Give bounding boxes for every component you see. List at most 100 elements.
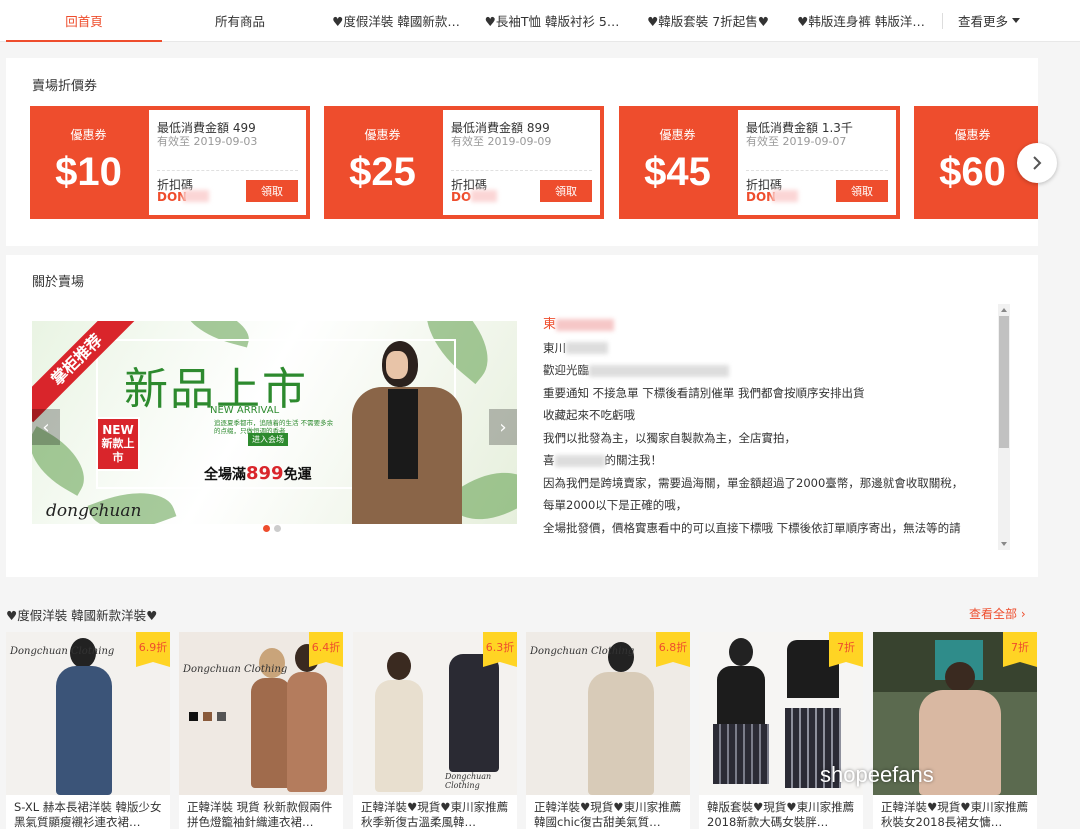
free-ship-amount: 899 — [246, 463, 284, 484]
banner-pagination — [263, 525, 281, 532]
redaction — [556, 318, 615, 331]
voucher-amount-panel: 優惠券 $45 — [619, 106, 736, 219]
voucher-label: 優惠券 — [70, 128, 107, 142]
claim-voucher-button[interactable]: 領取 — [836, 180, 888, 202]
redaction — [566, 342, 608, 354]
color-swatch — [217, 712, 226, 721]
claim-voucher-button[interactable]: 領取 — [246, 180, 298, 202]
voucher-45: 優惠券 $45 最低消費金額 1.3千 有效至 2019-09-07 折扣碼 D… — [619, 106, 900, 219]
product-name: 韓版套裝♥現貨♥東川家推薦 2018新款大碼女裝胖… — [707, 800, 855, 829]
desc-line: 因為我們是跨境賣家，需要過海關，單金額超過了2000臺幣，那邊就會收取關稅， — [543, 475, 964, 490]
product-name: S-XL 赫本長裙洋裝 韓版少女黑氣質顯瘦襯衫連衣裙… — [14, 800, 162, 829]
voucher-amount: $45 — [644, 150, 711, 194]
voucher-amount-panel: 優惠券 $60 — [914, 106, 1031, 219]
voucher-code: DO — [451, 190, 472, 204]
scroll-down-icon[interactable] — [1001, 542, 1007, 546]
discount-badge: 7折 — [829, 632, 863, 667]
voucher-divider — [451, 170, 592, 171]
product-name: 正韓洋裝 現貨 秋新款假兩件拼色燈籠袖針織連衣裙… — [187, 800, 333, 829]
desc-line: 每單2000以下是正確的哦， — [543, 498, 688, 512]
voucher-details: 最低消費金額 1.3千 有效至 2019-09-07 折扣碼 DON 領取 — [738, 110, 896, 215]
product-card[interactable]: Dongchuan Clothing 6.4折 正韓洋裝 現貨 秋新款假兩件拼色… — [179, 632, 343, 829]
voucher-amount: $10 — [55, 150, 122, 194]
watermark: shopeefans — [820, 762, 934, 787]
nav-tab-long-sleeve[interactable]: ♥長袖T恤 韓版衬衫 5… — [474, 0, 630, 42]
discount-badge: 6.3折 — [483, 632, 517, 667]
desc-text: 歡迎光臨 — [543, 363, 589, 377]
color-swatch — [203, 712, 212, 721]
chevron-left-icon: ‹ — [42, 416, 50, 438]
figure-face — [386, 351, 408, 379]
product-name: 正韓洋裝♥現貨♥東川家推薦 秋季新復古溫柔風韓… — [361, 800, 509, 829]
shop-name: 東 — [543, 314, 993, 337]
nav-divider — [942, 12, 943, 29]
scrollbar-thumb[interactable] — [999, 316, 1009, 448]
scroll-up-icon[interactable] — [1001, 308, 1007, 312]
banner-prev-button[interactable]: ‹ — [32, 409, 60, 445]
product-card[interactable]: 7折 韓版套裝♥現貨♥東川家推薦 2018新款大碼女裝胖… — [699, 632, 863, 829]
voucher-25: 優惠券 $25 最低消費金額 899 有效至 2019-09-09 折扣碼 DO… — [324, 106, 604, 219]
shop-name-text: 東 — [543, 317, 557, 332]
voucher-valid-until: 有效至 2019-09-09 — [451, 135, 552, 148]
voucher-next-button[interactable] — [1017, 143, 1057, 183]
description-scrollbar[interactable] — [998, 304, 1010, 550]
desc-line: 歡迎光臨 — [543, 359, 993, 382]
figure-dress — [56, 666, 112, 795]
nav-more-button[interactable]: 查看更多 — [949, 0, 1029, 42]
nav-tab-jumpsuit[interactable]: ♥韩版连身裤 韩版洋… — [786, 0, 936, 42]
desc-line: 東川 — [543, 337, 993, 360]
voucher-code-redaction — [471, 190, 497, 202]
desc-line: 我們以批發為主，以獨家自製款為主，全店實拍， — [543, 430, 796, 445]
product-card[interactable]: Dongchuan Clothing 6.9折 S-XL 赫本長裙洋裝 韓版少女… — [6, 632, 170, 829]
banner-next-button[interactable]: › — [489, 409, 517, 445]
banner-dot-2[interactable] — [274, 525, 281, 532]
shop-description: 東 東川 歡迎光臨 重要通知 不接急單 下標後看請別催單 我們都會按順序安排出貨… — [543, 314, 993, 548]
product-image: Dongchuan Clothing 6.9折 — [6, 632, 170, 795]
figure-dress — [287, 672, 327, 792]
claim-voucher-button[interactable]: 領取 — [540, 180, 592, 202]
figure-hair — [729, 638, 753, 666]
product-image: Dongchuan Clothing 6.8折 — [526, 632, 690, 795]
nav-tab-home[interactable]: 回首頁 — [6, 0, 162, 42]
redaction — [554, 454, 605, 467]
hanging-dress — [449, 654, 499, 772]
banner-enter-label: 进入会场 — [248, 433, 288, 446]
free-ship-suffix: 免運 — [283, 467, 312, 483]
figure-dress — [588, 672, 654, 795]
product-card[interactable]: Dongchuan Clothing 6.8折 正韓洋裝♥現貨♥東川家推薦 韓國… — [526, 632, 690, 829]
voucher-code-redaction — [772, 190, 798, 202]
voucher-amount-panel: 優惠券 $10 — [30, 106, 147, 219]
figure-shirt — [388, 389, 418, 479]
chevron-right-icon: › — [1020, 607, 1026, 621]
free-ship-prefix: 全場滿 — [204, 467, 246, 483]
desc-line: 重要通知 不接急單 下標後看請別催單 我們都會按順序安排出貨 — [543, 385, 865, 400]
see-all-link[interactable]: 查看全部 › — [969, 605, 1026, 622]
nav-tab-all-products[interactable]: 所有商品 — [162, 0, 318, 42]
voucher-divider — [746, 170, 888, 171]
voucher-amount: $60 — [939, 150, 1006, 194]
new-arrival-badge: NEW 新款上市 — [96, 417, 140, 471]
figure-hair — [945, 662, 975, 692]
product-card[interactable]: 7折 正韓洋裝♥現貨♥東川家推薦 秋裝女2018長裙女慵… — [873, 632, 1037, 829]
shop-banner[interactable]: 新品上市 NEW ARRIVAL 追逐夏季都市，追随着的生活 不需要多余的点缀，… — [32, 321, 517, 524]
desc-line: 全場批發價，價格實惠看中的可以直接下標哦 下標後依訂單順序寄出，無法等的請 — [543, 520, 961, 535]
free-shipping-text: 全場滿899免運 — [204, 463, 312, 484]
nav-tab-vacation-dress[interactable]: ♥度假洋裝 韓國新款… — [318, 0, 474, 42]
chevron-right-icon — [1033, 156, 1042, 170]
section-title: ♥度假洋裝 韓國新款洋裝♥ — [6, 608, 158, 623]
figure-dress — [251, 678, 291, 788]
voucher-10: 優惠券 $10 最低消費金額 499 有效至 2019-09-03 折扣碼 DO… — [30, 106, 310, 219]
product-card[interactable]: Dongchuan Clothing 6.3折 正韓洋裝♥現貨♥東川家推薦 秋季… — [353, 632, 517, 829]
product-name: 正韓洋裝♥現貨♥東川家推薦 韓國chic復古甜美氣質… — [534, 800, 682, 829]
voucher-amount: $25 — [349, 150, 416, 194]
banner-dot-1[interactable] — [263, 525, 270, 532]
voucher-code-redaction — [183, 190, 209, 202]
discount-badge: 6.4折 — [309, 632, 343, 667]
nav-tab-korean-sets[interactable]: ♥韓版套裝 7折起售♥ — [630, 0, 786, 42]
desc-line: 喜 的關注我！ — [543, 449, 993, 472]
voucher-amount-panel: 優惠券 $25 — [324, 106, 441, 219]
voucher-label: 優惠券 — [954, 128, 991, 142]
redaction — [589, 364, 729, 377]
caret-down-icon — [1012, 18, 1020, 23]
product-brand-logo: Dongchuan Clothing — [445, 772, 492, 790]
